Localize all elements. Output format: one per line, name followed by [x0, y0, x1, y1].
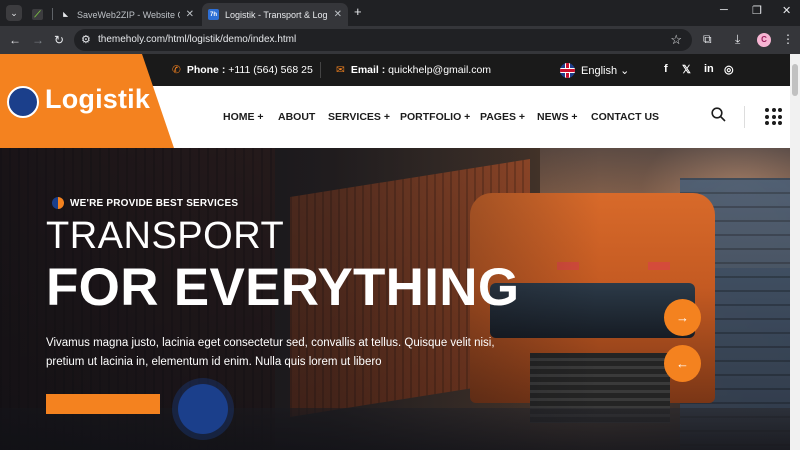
slider-next-button[interactable]: →: [664, 299, 701, 336]
hero-title-line2: FOR EVERYTHING: [46, 258, 520, 317]
tagline-icon: [52, 197, 64, 209]
tab-title: SaveWeb2ZIP - Website Copier: [77, 9, 180, 20]
phone-icon: ✆: [172, 64, 181, 76]
page-scrollbar[interactable]: [790, 54, 800, 450]
tab-title: Logistik - Transport & Logistics: [225, 9, 328, 20]
close-window-icon[interactable]: ✕: [782, 4, 791, 17]
topbar-divider: [320, 62, 321, 78]
tab-divider: [52, 8, 53, 20]
phone-label: Phone :: [186, 64, 229, 76]
address-bar[interactable]: ⚙ themeholy.com/html/logistik/demo/index…: [74, 29, 692, 51]
reload-icon[interactable]: ↻: [54, 33, 64, 47]
tab-saveweb2zip[interactable]: ◣ SaveWeb2ZIP - Website Copier ✕: [54, 3, 200, 26]
pinned-favicon-icon: ⟋: [32, 9, 43, 20]
chevron-down-icon: ⌄: [620, 65, 630, 77]
instagram-icon[interactable]: ◎: [724, 63, 734, 76]
phone-contact[interactable]: ✆ Phone : +111 (564) 568 25: [172, 64, 313, 76]
mail-icon: ✉: [336, 64, 345, 76]
download-icon[interactable]: ⤓: [735, 32, 740, 47]
tab-logistik[interactable]: 7h Logistik - Transport & Logistics ✕: [202, 3, 348, 26]
saveweb2zip-favicon-icon: ◣: [60, 9, 71, 20]
close-tab-icon[interactable]: ✕: [186, 9, 194, 20]
hero-tagline-text: WE'RE PROVIDE BEST SERVICES: [70, 197, 239, 209]
browser-tab-strip: ⌄ ⟋ ◣ SaveWeb2ZIP - Website Copier ✕ 7h …: [0, 0, 800, 26]
close-tab-icon[interactable]: ✕: [334, 9, 342, 20]
tab-search-chevron-icon[interactable]: ⌄: [6, 5, 22, 21]
twitter-icon[interactable]: 𝕏: [682, 63, 691, 76]
facebook-icon[interactable]: f: [664, 63, 668, 75]
new-tab-button[interactable]: +: [354, 5, 362, 19]
truck-light: [648, 262, 670, 270]
logistik-favicon-icon: 7h: [208, 9, 219, 20]
site-info-icon[interactable]: ⚙: [81, 33, 91, 46]
truck-logo-icon: [7, 86, 39, 118]
grid-menu-icon[interactable]: [765, 108, 782, 125]
play-video-button[interactable]: [178, 384, 228, 434]
nav-about[interactable]: ABOUT: [278, 111, 315, 123]
back-arrow-icon[interactable]: ←: [9, 33, 21, 47]
nav-contact[interactable]: CONTACT US: [591, 111, 659, 123]
email-label: Email :: [350, 64, 389, 76]
language-selector[interactable]: English ⌄: [581, 64, 629, 77]
minimize-icon[interactable]: ─: [720, 4, 728, 16]
uk-flag-icon: [560, 63, 575, 78]
logo-text: Logistik: [45, 84, 151, 114]
menu-divider: [744, 106, 745, 128]
phone-value: +111 (564) 568 25: [228, 64, 313, 76]
url-text: themeholy.com/html/logistik/demo/index.h…: [98, 34, 297, 45]
hero-tagline: WE'RE PROVIDE BEST SERVICES: [52, 197, 238, 209]
nav-home[interactable]: HOME +: [223, 111, 264, 123]
hero-description: Vivamus magna justo, lacinia eget consec…: [46, 337, 495, 368]
email-contact[interactable]: ✉ Email : quickhelp@gmail.com: [336, 64, 491, 76]
slider-prev-button[interactable]: ←: [664, 345, 701, 382]
tab-pinned[interactable]: ⟋: [26, 3, 50, 26]
language-label: English: [581, 65, 618, 77]
page-viewport: ✆ Phone : +111 (564) 568 25 ✉ Email : quic…: [0, 54, 790, 450]
nav-portfolio[interactable]: PORTFOLIO +: [400, 111, 470, 123]
extensions-icon[interactable]: ⧉: [703, 32, 712, 47]
forward-arrow-icon[interactable]: →: [32, 33, 44, 47]
email-value: quickhelp@gmail.com: [388, 64, 492, 76]
search-icon[interactable]: [711, 107, 726, 122]
nav-services[interactable]: SERVICES +: [328, 111, 390, 123]
linkedin-icon[interactable]: in: [704, 63, 714, 75]
nav-news[interactable]: NEWS +: [537, 111, 578, 123]
bookmark-star-icon[interactable]: ☆: [670, 32, 682, 48]
hero-title-line1: TRANSPORT: [46, 215, 285, 257]
profile-avatar[interactable]: C: [757, 33, 771, 47]
scrollbar-thumb[interactable]: [792, 64, 798, 96]
hero-cta-button[interactable]: [46, 394, 160, 414]
nav-pages[interactable]: PAGES +: [480, 111, 525, 123]
browser-menu-icon[interactable]: ⋮: [782, 32, 794, 46]
restore-icon[interactable]: ❐: [752, 4, 762, 17]
browser-toolbar: ← → ↻ ⚙ themeholy.com/html/logistik/demo…: [0, 26, 800, 54]
